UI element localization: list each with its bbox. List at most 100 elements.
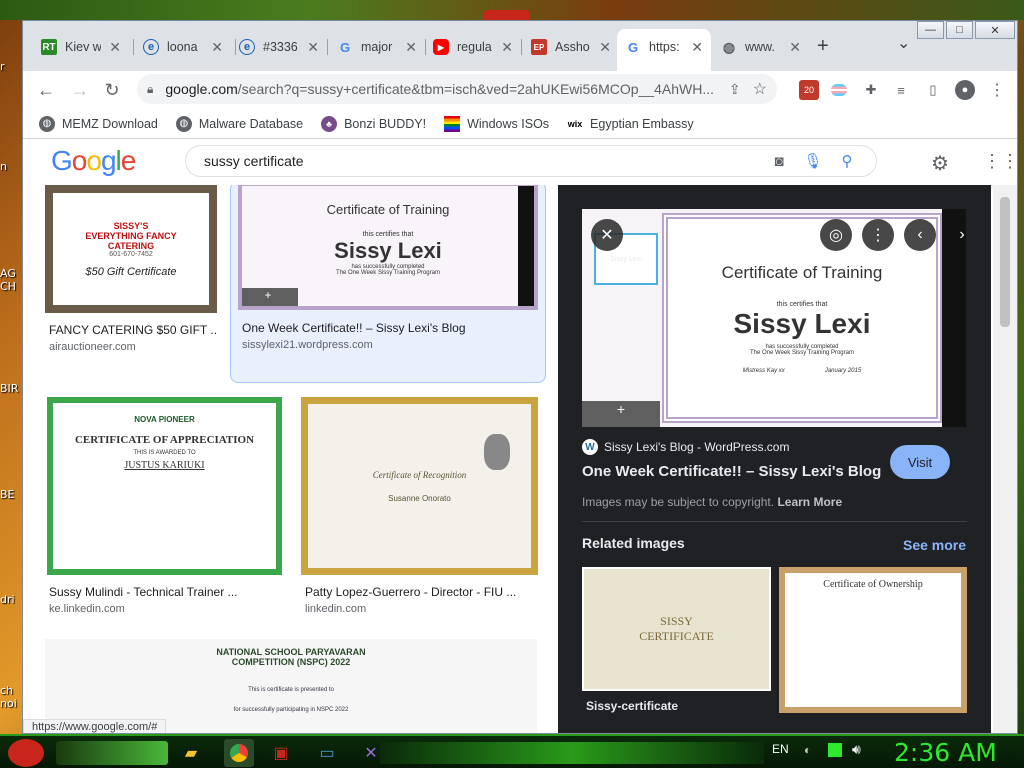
close-tab-icon[interactable]: ✕ xyxy=(599,39,611,56)
scrollbar[interactable] xyxy=(993,185,1017,733)
clock[interactable]: 2:36 AM xyxy=(894,738,997,767)
result-source[interactable]: linkedin.com xyxy=(305,603,366,615)
result-thumbnail[interactable]: NOVA PIONEER CERTIFICATE OF APPRECIATION… xyxy=(47,397,282,575)
trans-flag-extension-icon[interactable] xyxy=(829,80,849,100)
settings-gear-icon[interactable]: ⚙ xyxy=(931,151,949,176)
address-bar[interactable]: 🔒︎ google.com/search?q=sussy+certificate… xyxy=(137,74,777,104)
side-panel-icon[interactable]: ▯ xyxy=(923,80,943,100)
tab-favicon-icon: G xyxy=(339,39,351,55)
prev-image-button[interactable]: ‹ xyxy=(904,219,936,251)
url-text[interactable]: google.com/search?q=sussy+certificate&tb… xyxy=(165,81,717,97)
share-icon[interactable]: ⇪ xyxy=(729,81,741,98)
result-source[interactable]: ke.linkedin.com xyxy=(49,603,125,615)
result-image: SISSY'S EVERYTHING FANCY CATERING 601-67… xyxy=(53,193,209,305)
reload-button[interactable]: ↻ xyxy=(99,78,125,102)
close-tab-icon[interactable]: ✕ xyxy=(109,39,121,56)
result-card[interactable]: Certificate of Recognition Susanne Onora… xyxy=(301,397,538,617)
camera-lens-icon[interactable]: ◙ xyxy=(768,150,790,172)
tab[interactable]: EP Assho ✕ xyxy=(523,34,619,60)
result-source[interactable]: airauctioneer.com xyxy=(49,341,136,353)
result-title[interactable]: FANCY CATERING $50 GIFT ... xyxy=(49,323,217,337)
tab-favicon-icon: EP xyxy=(531,39,547,55)
microphone-icon[interactable]: 🎙︎ xyxy=(802,150,824,172)
file-explorer-icon[interactable]: ▰ xyxy=(176,739,206,767)
search-input[interactable]: sussy certificate xyxy=(204,153,756,169)
bookmark-star-icon[interactable]: ☆ xyxy=(753,79,767,99)
close-tab-icon[interactable]: ✕ xyxy=(211,39,223,56)
tray-chevron-icon[interactable]: ◐ xyxy=(804,743,811,757)
result-thumbnail[interactable]: Certificate of Training this certifies t… xyxy=(238,185,538,310)
tab[interactable]: ◍ www. ✕ xyxy=(713,34,809,60)
lens-search-icon[interactable]: ◎ xyxy=(820,219,852,251)
more-options-icon[interactable]: ⋮ xyxy=(862,219,894,251)
tab[interactable]: ▶ regula ✕ xyxy=(425,34,521,60)
bookmark-label: Egyptian Embassy xyxy=(590,116,694,131)
result-card[interactable]: SISSY'S EVERYTHING FANCY CATERING 601-67… xyxy=(45,185,217,365)
search-icon[interactable]: ⚲ xyxy=(836,150,858,172)
visit-button[interactable]: Visit xyxy=(890,445,950,479)
close-preview-button[interactable]: ✕ xyxy=(591,219,623,251)
taskbar: ▰ ▣ ▭ ✕ EN ◐ 🔊︎ 2:36 AM xyxy=(0,734,1024,768)
forward-button[interactable]: → xyxy=(67,78,93,102)
close-tab-icon[interactable]: ✕ xyxy=(405,39,417,56)
close-window-button[interactable]: ✕ xyxy=(975,21,1015,39)
learn-more-link[interactable]: Learn More xyxy=(777,495,842,509)
tab[interactable]: e #3336 ✕ xyxy=(231,34,327,60)
scrollbar-thumb[interactable] xyxy=(1000,197,1010,327)
chrome-taskbar-icon[interactable] xyxy=(224,739,254,767)
back-button[interactable]: ← xyxy=(33,78,59,102)
search-box[interactable]: sussy certificate ◙ 🎙︎ ⚲ xyxy=(185,145,877,177)
ublock-extension-icon[interactable]: 20 xyxy=(799,80,819,100)
minimize-button[interactable]: — xyxy=(917,21,944,39)
bookmark-item[interactable]: ♣ Bonzi BUDDY! xyxy=(321,115,427,132)
kebab-menu-icon[interactable]: ⋮ xyxy=(987,80,1007,100)
profile-avatar-icon[interactable]: ● xyxy=(955,80,975,100)
desktop-text-fragment: dri xyxy=(0,593,15,606)
extensions-puzzle-icon[interactable]: ✚ xyxy=(861,80,881,100)
start-button-angry-bird-icon[interactable] xyxy=(8,739,44,767)
tab-favicon-icon: G xyxy=(627,39,639,55)
bookmark-item[interactable]: ◍ Malware Database xyxy=(175,115,303,132)
related-image[interactable]: Certificate of Ownership xyxy=(779,567,967,713)
close-tab-icon[interactable]: ✕ xyxy=(307,39,319,56)
tab[interactable]: e loona ✕ xyxy=(135,34,231,60)
lock-icon[interactable]: 🔒︎ xyxy=(147,82,153,97)
preview-title[interactable]: One Week Certificate!! – Sissy Lexi's Bl… xyxy=(582,463,881,480)
bookmark-label: Bonzi BUDDY! xyxy=(344,116,427,131)
tab-search-button[interactable]: ⌄ xyxy=(897,33,910,53)
tab[interactable]: G major ✕ xyxy=(329,34,425,60)
preview-cert-name: Sissy Lexi xyxy=(733,307,871,339)
result-thumbnail[interactable]: Certificate of Recognition Susanne Onora… xyxy=(301,397,538,575)
desktop-text-fragment: BE xyxy=(0,488,15,501)
result-source[interactable]: sissylexi21.wordpress.com xyxy=(242,339,373,351)
related-caption[interactable]: Sissy-certificate xyxy=(586,699,678,713)
result-card[interactable]: NOVA PIONEER CERTIFICATE OF APPRECIATION… xyxy=(47,397,282,617)
window-taskbar-icon[interactable]: ▭ xyxy=(312,739,342,767)
result-title[interactable]: Patty Lopez-Guerrero - Director - FIU ..… xyxy=(305,585,535,599)
new-tab-button[interactable]: + xyxy=(817,35,829,58)
close-tab-icon[interactable]: ✕ xyxy=(691,39,703,56)
next-image-button[interactable]: › xyxy=(946,219,978,251)
result-title[interactable]: Sussy Mulindi - Technical Trainer ... xyxy=(49,585,279,599)
google-logo[interactable]: Google xyxy=(51,145,136,177)
apps-grid-icon[interactable]: ⋮⋮ xyxy=(983,151,1017,172)
see-more-link[interactable]: See more xyxy=(903,537,966,553)
media-playlist-icon[interactable]: ≡ xyxy=(891,80,911,100)
source-site[interactable]: W Sissy Lexi's Blog - WordPress.com xyxy=(582,439,789,455)
volume-icon[interactable]: 🔊︎ xyxy=(852,741,861,758)
related-image[interactable]: SISSY CERTIFICATE xyxy=(582,567,771,691)
result-title[interactable]: One Week Certificate!! – Sissy Lexi's Bl… xyxy=(242,321,542,335)
maximize-button[interactable]: □ xyxy=(946,21,973,39)
tab-active[interactable]: G https: ✕ xyxy=(617,29,711,71)
close-tab-icon[interactable]: ✕ xyxy=(789,39,801,56)
close-tab-icon[interactable]: ✕ xyxy=(501,39,513,56)
app-taskbar-icon[interactable]: ▣ xyxy=(266,739,296,767)
result-thumbnail[interactable]: SISSY'S EVERYTHING FANCY CATERING 601-67… xyxy=(45,185,217,313)
network-icon[interactable] xyxy=(828,743,842,757)
result-card-selected[interactable]: Certificate of Training this certifies t… xyxy=(230,185,546,383)
bookmark-item[interactable]: wix Egyptian Embassy xyxy=(567,116,694,132)
bookmark-item[interactable]: Windows ISOs xyxy=(444,115,549,132)
language-indicator[interactable]: EN xyxy=(772,742,789,756)
bookmark-item[interactable]: ◍ MEMZ Download xyxy=(39,115,158,132)
tab[interactable]: RT Kiev w ✕ xyxy=(33,34,129,60)
